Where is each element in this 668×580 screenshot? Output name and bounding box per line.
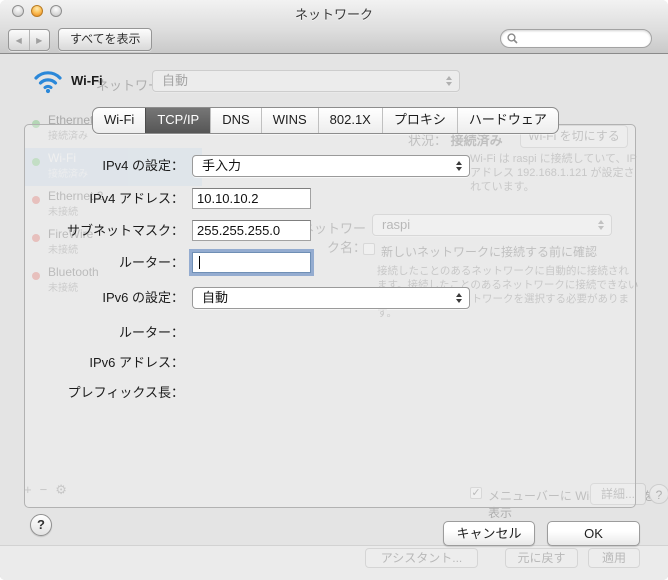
prefix-length-label: プレフィックス長： [40, 382, 184, 404]
subnet-mask-field[interactable]: 255.255.255.0 [192, 220, 311, 241]
ipv6-config-popup[interactable]: 自動 [192, 287, 470, 309]
ipv4-address-label: IPv4 アドレス： [40, 188, 184, 210]
popup-stepper-icon [446, 76, 452, 86]
show-all-button[interactable]: すべてを表示 [58, 28, 152, 51]
tab-hardware[interactable]: ハードウェア [457, 108, 558, 133]
popup-stepper-icon [456, 293, 462, 303]
form-row-ipv6-router: ルーター： [0, 322, 668, 346]
tab-proxy[interactable]: プロキシ [382, 108, 457, 133]
router-label: ルーター： [40, 252, 184, 274]
search-icon [507, 33, 518, 44]
back-icon[interactable]: ◀ [9, 30, 29, 50]
form-row-ipv4-config: IPv4 の設定： 手入力 [0, 155, 668, 179]
tab-wifi[interactable]: Wi-Fi [93, 108, 145, 133]
search-input[interactable] [518, 32, 645, 46]
window-title: ネットワーク [0, 4, 668, 23]
service-name-label: Wi-Fi [71, 73, 103, 88]
settings-tab-bar: Wi-Fi TCP/IP DNS WINS 802.1X プロキシ ハードウェア [92, 107, 559, 134]
form-row-ipv6-address: IPv6 アドレス： [0, 352, 668, 376]
ipv4-config-popup[interactable]: 手入力 [192, 155, 470, 177]
cancel-button[interactable]: キャンセル [443, 521, 535, 546]
tab-content-box [24, 124, 636, 508]
subnet-mask-label: サブネットマスク： [40, 220, 184, 242]
network-environment-label: ネットワーク環境： [96, 75, 213, 94]
tab-tcpip[interactable]: TCP/IP [145, 108, 210, 133]
popup-value: 手入力 [202, 156, 241, 176]
popup-stepper-icon [456, 161, 462, 171]
form-row-router: ルーター： [0, 252, 668, 276]
help-icon: ? [649, 484, 668, 504]
service-header: Wi-Fi [33, 67, 103, 94]
search-field[interactable] [500, 29, 652, 48]
network-preferences-window: ネットワーク ◀ ▶ すべてを表示 ネットワーク環境： 自動 [0, 0, 668, 580]
forward-icon[interactable]: ▶ [29, 30, 50, 50]
ipv6-router-label: ルーター： [40, 322, 184, 344]
window-bottom-strip [0, 546, 668, 580]
form-row-prefix-length: プレフィックス長： [0, 382, 668, 406]
ok-button[interactable]: OK [547, 521, 640, 546]
ipv6-address-label: IPv6 アドレス： [40, 352, 184, 374]
help-button[interactable]: ? [30, 514, 52, 536]
content-area: ネットワーク環境： 自動 Ethernet 1 接続済み Wi-Fi 接続済み [0, 54, 668, 580]
ipv4-address-field[interactable]: 10.10.10.2 [192, 188, 311, 209]
field-value: 10.10.10.2 [197, 191, 258, 206]
history-nav: ◀ ▶ [8, 29, 50, 51]
title-bar: ネットワーク ◀ ▶ すべてを表示 [0, 0, 668, 54]
router-field[interactable] [192, 252, 311, 273]
form-row-subnet-mask: サブネットマスク： 255.255.255.0 [0, 220, 668, 244]
network-environment-popup: 自動 [152, 70, 460, 92]
field-value: 255.255.255.0 [197, 223, 280, 238]
tab-wins[interactable]: WINS [261, 108, 318, 133]
ipv4-config-label: IPv4 の設定： [40, 155, 184, 177]
popup-value: 自動 [162, 71, 188, 91]
popup-value: 自動 [202, 288, 228, 308]
form-row-ipv4-address: IPv4 アドレス： 10.10.10.2 [0, 188, 668, 212]
form-row-ipv6-config: IPv6 の設定： 自動 [0, 287, 668, 311]
wifi-icon [33, 67, 63, 94]
ipv6-config-label: IPv6 の設定： [40, 287, 184, 309]
text-caret [199, 256, 200, 269]
tab-dns[interactable]: DNS [210, 108, 260, 133]
tab-8021x[interactable]: 802.1X [318, 108, 382, 133]
